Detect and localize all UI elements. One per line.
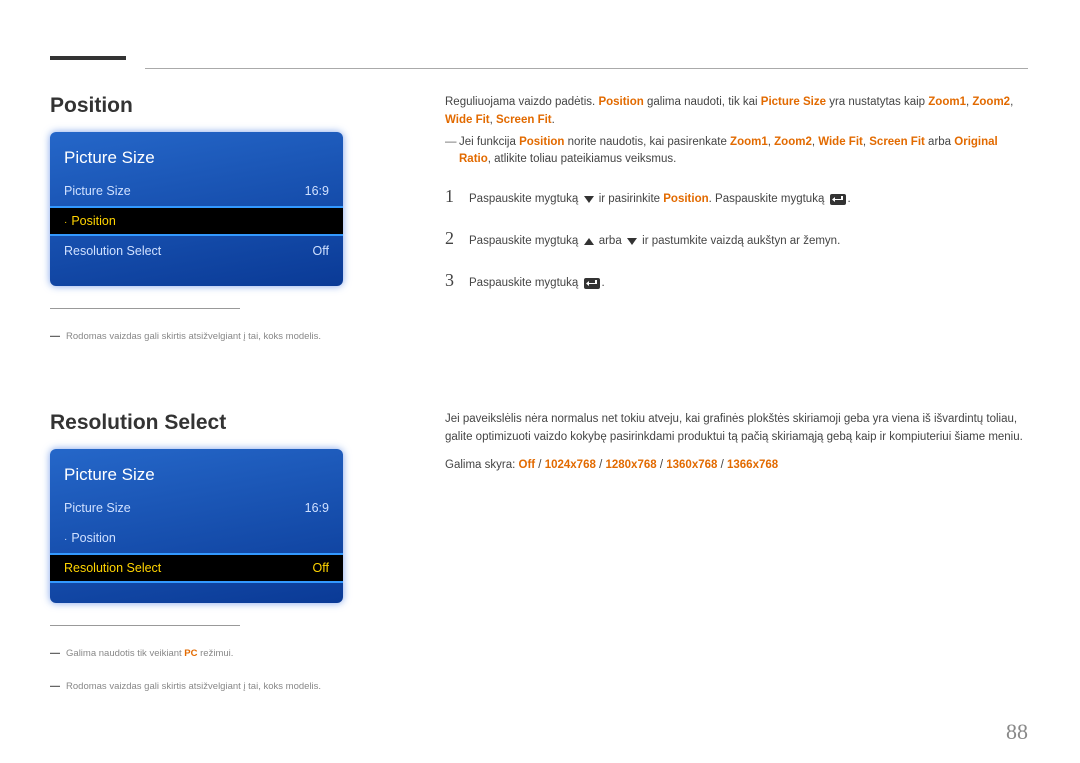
osd-row-position: ·Position <box>50 523 343 553</box>
osd-row-resolution: Resolution Select Off <box>50 236 343 266</box>
footnote-rule <box>50 625 240 626</box>
header-accent <box>50 56 126 60</box>
osd-label: Picture Size <box>64 184 131 198</box>
footnote-rule <box>50 308 240 309</box>
description-paragraph: Jei paveikslėlis nėra normalus net tokiu… <box>445 411 1028 447</box>
enter-icon <box>830 194 846 205</box>
footnote-block-2: –Galima naudotis tik veikiant PC režimui… <box>50 625 350 701</box>
osd-label: Resolution Select <box>64 561 161 575</box>
osd-label: ·Position <box>64 214 116 228</box>
step-1: 1 Paspauskite mygtuką ir pasirinkite Pos… <box>445 183 1028 211</box>
heading-position: Position <box>50 94 360 118</box>
osd-row-resolution: Resolution Select Off <box>50 553 343 583</box>
osd-value: 16:9 <box>305 501 329 515</box>
indent-note: Jei funkcija Position norite naudotis, k… <box>445 134 1028 170</box>
osd-value: 16:9 <box>305 184 329 198</box>
section-resolution-select: Resolution Select Picture Size Picture S… <box>50 351 1028 701</box>
section-position: Position Picture Size Picture Size 16:9 … <box>50 94 1028 351</box>
intro-paragraph: Reguliuojama vaizdo padėtis. Position ga… <box>445 94 1028 130</box>
enter-icon <box>584 278 600 289</box>
up-arrow-icon <box>584 238 594 245</box>
osd-label: Picture Size <box>64 501 131 515</box>
left-column-1: Position Picture Size Picture Size 16:9 … <box>50 94 360 351</box>
header-rule <box>145 68 1028 69</box>
osd-value: Off <box>313 561 329 575</box>
step-number: 3 <box>445 267 469 295</box>
right-column-1: Reguliuojama vaizdo padėtis. Position ga… <box>445 94 1028 295</box>
osd-value: Off <box>313 244 329 258</box>
down-arrow-icon <box>584 196 594 203</box>
osd-label: ·Position <box>64 531 116 545</box>
step-number: 2 <box>445 225 469 253</box>
osd-row-position: ·Position <box>50 206 343 236</box>
heading-resolution-select: Resolution Select <box>50 411 360 435</box>
page-number: 88 <box>1006 719 1028 745</box>
down-arrow-icon <box>627 238 637 245</box>
step-text: Paspauskite mygtuką arba ir pastumkite v… <box>469 229 1028 251</box>
footnote: –Rodomas vaizdas gali skirtis atsižvelgi… <box>50 669 350 701</box>
step-number: 1 <box>445 183 469 211</box>
osd-title: Picture Size <box>50 142 343 176</box>
right-column-2: Jei paveikslėlis nėra normalus net tokiu… <box>445 411 1028 474</box>
footnote: –Rodomas vaizdas gali skirtis atsižvelgi… <box>50 319 350 351</box>
footnote-block-1: –Rodomas vaizdas gali skirtis atsižvelgi… <box>50 308 350 351</box>
step-3: 3 Paspauskite mygtuką . <box>445 267 1028 295</box>
osd-row-picture-size: Picture Size 16:9 <box>50 176 343 206</box>
step-2: 2 Paspauskite mygtuką arba ir pastumkite… <box>445 225 1028 253</box>
left-column-2: Resolution Select Picture Size Picture S… <box>50 411 360 701</box>
osd-row-picture-size: Picture Size 16:9 <box>50 493 343 523</box>
step-text: Paspauskite mygtuką . <box>469 271 1028 293</box>
available-resolutions: Galima skyra: Off / 1024x768 / 1280x768 … <box>445 457 1028 475</box>
osd-screenshot-2: Picture Size Picture Size 16:9 ·Position… <box>50 449 343 603</box>
osd-screenshot-1: Picture Size Picture Size 16:9 ·Position… <box>50 132 343 286</box>
osd-label: Resolution Select <box>64 244 161 258</box>
osd-title: Picture Size <box>50 459 343 493</box>
footnote: –Galima naudotis tik veikiant PC režimui… <box>50 636 350 668</box>
bullet-icon: · <box>64 534 67 545</box>
step-text: Paspauskite mygtuką ir pasirinkite Posit… <box>469 187 1028 209</box>
bullet-icon: · <box>64 217 67 228</box>
